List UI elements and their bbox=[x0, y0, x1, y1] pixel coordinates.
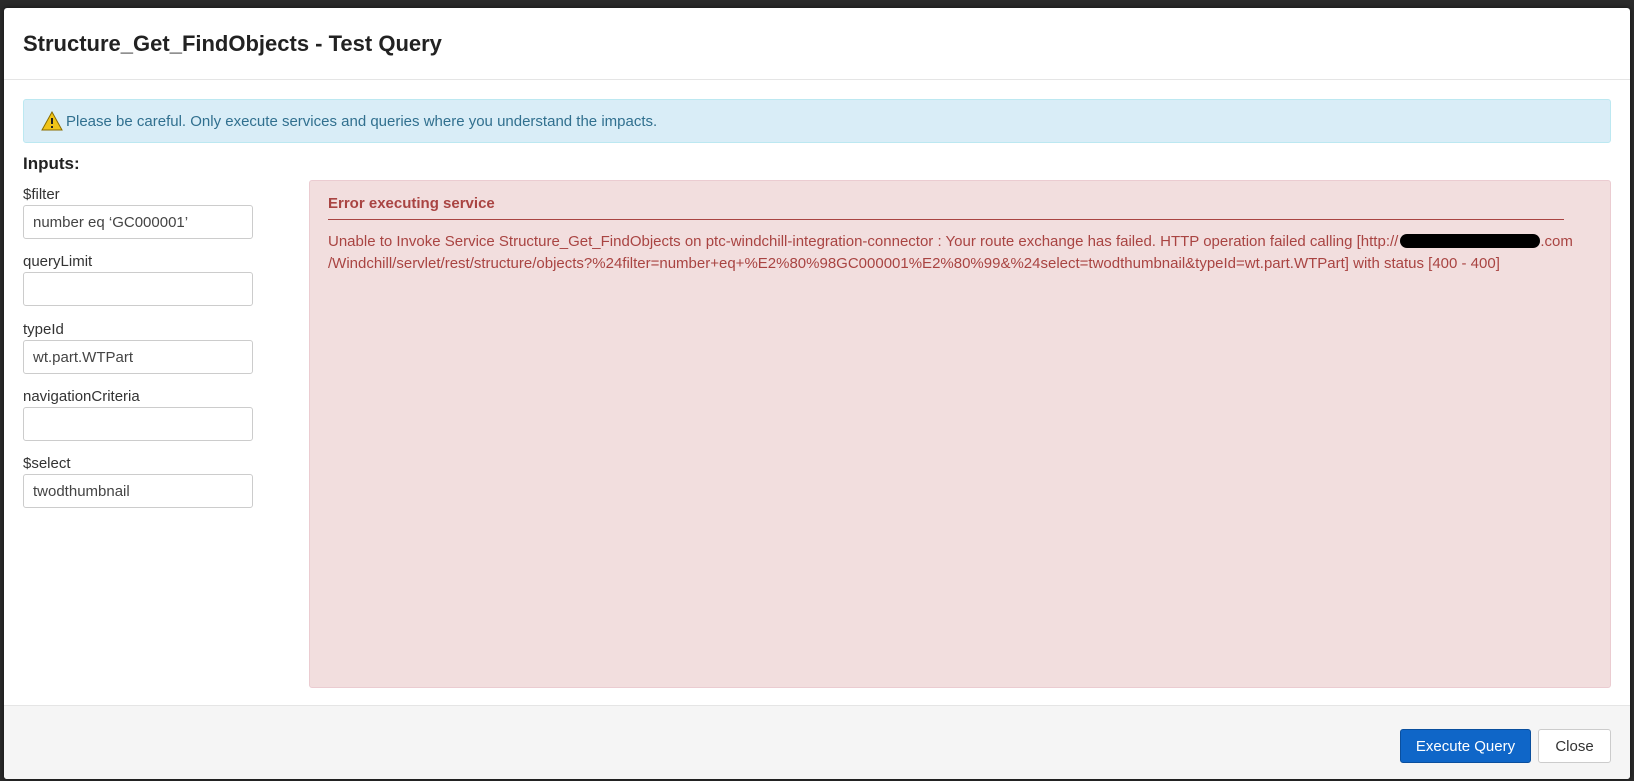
type-id-label: typeId bbox=[23, 321, 64, 338]
query-limit-label: queryLimit bbox=[23, 253, 93, 270]
dialog-footer: Execute Query Close bbox=[4, 705, 1630, 779]
warning-text: Please be careful. Only execute services… bbox=[66, 112, 658, 130]
warning-alert: Please be careful. Only execute services… bbox=[23, 99, 1611, 143]
error-divider bbox=[328, 219, 1564, 220]
select-label: $select bbox=[23, 455, 71, 472]
error-message-start: Unable to Invoke Service Structure_Get_F… bbox=[328, 233, 1399, 250]
dialog-title: Structure_Get_FindObjects - Test Query bbox=[23, 30, 442, 56]
inputs-heading: Inputs: bbox=[23, 154, 80, 173]
error-message: Unable to Invoke Service Structure_Get_F… bbox=[328, 231, 1588, 275]
type-id-input[interactable] bbox=[23, 340, 253, 374]
navigation-criteria-input[interactable] bbox=[23, 407, 253, 441]
error-title: Error executing service bbox=[328, 195, 495, 212]
filter-label: $filter bbox=[23, 186, 60, 203]
execute-query-button[interactable]: Execute Query bbox=[1400, 729, 1531, 763]
error-message-domain: .com bbox=[1540, 233, 1573, 250]
error-message-path: /Windchill/servlet/rest/structure/object… bbox=[328, 255, 1500, 272]
warning-icon bbox=[41, 111, 63, 131]
redacted-host bbox=[1400, 234, 1541, 248]
close-button[interactable]: Close bbox=[1538, 729, 1611, 763]
filter-input[interactable] bbox=[23, 205, 253, 239]
dialog-header: Structure_Get_FindObjects - Test Query bbox=[4, 8, 1630, 80]
query-limit-input[interactable] bbox=[23, 272, 253, 306]
select-input[interactable] bbox=[23, 474, 253, 508]
test-query-dialog: Structure_Get_FindObjects - Test Query P… bbox=[4, 8, 1630, 779]
error-panel: Error executing service Unable to Invoke… bbox=[309, 180, 1611, 688]
navigation-criteria-label: navigationCriteria bbox=[23, 388, 140, 405]
